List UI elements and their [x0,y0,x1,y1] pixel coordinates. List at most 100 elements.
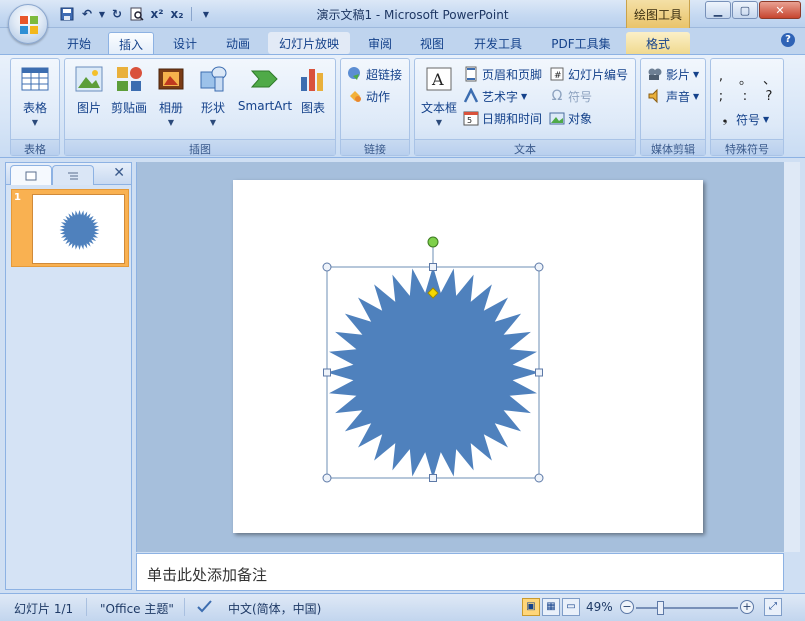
sound-label: 声音 [666,89,691,104]
status-bar: 幻灯片 1/1 "Office 主题" 中文(简体，中国) ▣ ▦ ▭ 49% … [0,593,805,621]
special-symbol-button[interactable]: ❟ 符号 ▼ [717,109,770,129]
hyperlink-icon [348,67,360,80]
chevron-down-icon: ▼ [693,69,700,79]
action-button[interactable]: 动作 [347,86,390,106]
movie-button[interactable]: 影片 ▼ [647,64,699,84]
tab-slideshow[interactable]: 幻灯片放映 [268,32,350,54]
tab-view[interactable]: 视图 [410,32,454,54]
tab-outline[interactable] [52,165,94,185]
group-special-label: 特殊符号 [711,139,783,156]
chart-button[interactable]: 图表 [295,63,331,116]
help-icon[interactable]: ? [781,33,795,47]
fit-to-window-button[interactable]: ⤢ [764,598,782,616]
minimize-button[interactable]: ▁ [705,1,731,19]
office-button[interactable] [8,4,48,44]
symbol-enum-comma[interactable]: 、 [763,69,776,88]
notes-pane[interactable]: 单击此处添加备注 [136,553,784,591]
symbol-button: Ω 符号 [549,86,592,106]
zoom-slider-track[interactable] [636,607,738,609]
symbol-colon[interactable]: : [739,89,751,104]
hyperlink-button[interactable]: 超链接 [347,64,402,84]
symbol-question[interactable]: ? [763,89,775,104]
resize-handle-bl[interactable] [322,473,332,483]
group-special-symbols: , 。 、 ; : ? ❟ 符号 ▼ 特殊符号 [710,58,784,156]
group-text-label: 文本 [415,139,635,156]
shapes-button[interactable]: 形状 ▼ [195,63,231,127]
tab-slides[interactable] [10,165,52,185]
rotation-handle[interactable] [427,236,439,248]
resize-handle-left[interactable] [323,368,331,377]
object-label: 对象 [568,111,593,126]
ribbon-tabs: 开始 插入 设计 动画 幻灯片放映 审阅 视图 开发工具 PDF工具集 格式 [0,28,805,54]
chevron-down-icon: ▼ [693,91,700,101]
normal-view-button[interactable]: ▣ [522,598,540,616]
datetime-button[interactable]: 5 日期和时间 [463,108,542,128]
zoom-out-button[interactable]: − [620,600,634,614]
spell-check-icon[interactable] [196,598,214,617]
slide-thumbnail[interactable]: 1 [11,189,129,267]
vertical-scrollbar[interactable] [784,162,800,552]
header-footer-button[interactable]: 页眉和页脚 [463,64,542,84]
tab-pdf-tools[interactable]: PDF工具集 [542,32,620,54]
group-text: A 文本框 ▼ 页眉和页脚 艺术字 ▼ 5 日期和时间 # 幻灯片编号 Ω 符号 [414,58,636,156]
zoom-in-button[interactable]: + [740,600,754,614]
slide-shape-layer [322,236,544,483]
tab-home[interactable]: 开始 [58,32,100,54]
zoom-level[interactable]: 49% [586,600,613,614]
tab-animation[interactable]: 动画 [216,32,260,54]
symbol-semicolon[interactable]: ; [715,89,727,104]
group-links-label: 链接 [341,139,409,156]
group-links: 超链接 动作 链接 [340,58,410,156]
slides-tab-icon [25,171,37,180]
tab-developer[interactable]: 开发工具 [462,32,534,54]
table-icon [21,67,49,91]
tab-insert[interactable]: 插入 [108,32,154,54]
slideshow-view-button[interactable]: ▭ [562,598,580,616]
resize-handle-top[interactable] [429,263,437,271]
textbox-button[interactable]: A 文本框 ▼ [419,63,459,127]
slide-canvas[interactable] [233,180,703,533]
album-button[interactable]: 相册 ▼ [153,63,189,127]
header-footer-label: 页眉和页脚 [482,67,543,82]
slide-number-button[interactable]: # 幻灯片编号 [549,64,628,84]
object-icon [549,112,565,125]
picture-button[interactable]: 图片 [71,63,107,116]
slide-sorter-button[interactable]: ▦ [542,598,560,616]
svg-text:#: # [554,71,562,81]
symbol-comma[interactable]: , [715,69,727,84]
title-bar: ↶ ▼ ↻ x² x₂ ▼ 演示文稿1 - Microsoft PowerPoi… [0,0,805,28]
picture-button-label: 图片 [76,101,101,115]
thumbnail-star-shape [59,210,100,250]
resize-handle-right[interactable] [535,368,543,377]
sound-button[interactable]: 声音 ▼ [647,86,699,106]
table-button[interactable]: 表格 ▼ [15,63,55,127]
window-controls: ▁ ▢ ✕ [705,1,801,19]
group-media: 影片 ▼ 声音 ▼ 媒体剪辑 [640,58,706,156]
close-pane-icon[interactable]: ✕ [113,165,125,181]
resize-handle-tr[interactable] [534,262,544,272]
slides-pane: ✕ 1 [5,162,132,590]
tab-design[interactable]: 设计 [164,32,206,54]
language-status[interactable]: 中文(简体，中国) [228,600,321,617]
wordart-button[interactable]: 艺术字 ▼ [463,86,527,106]
album-button-label: 相册 [158,101,183,115]
group-table-label: 表格 [11,139,59,156]
smartart-button[interactable]: SmartArt [237,63,293,113]
maximize-button[interactable]: ▢ [732,1,758,19]
group-illustrations: 图片 剪贴画 相册 ▼ 形状 ▼ SmartArt 图表 插图 [64,58,336,156]
resize-handle-bottom[interactable] [429,474,437,482]
close-button[interactable]: ✕ [759,1,801,19]
svg-text:5: 5 [467,116,472,125]
resize-handle-br[interactable] [534,473,544,483]
zoom-slider-thumb[interactable] [657,601,664,615]
clipart-button[interactable]: 剪贴画 [109,63,149,116]
tab-format[interactable]: 格式 [626,32,690,54]
tab-review[interactable]: 审阅 [358,32,402,54]
shapes-icon [200,66,227,92]
omega-icon: Ω [551,88,563,104]
symbol-period[interactable]: 。 [739,69,752,88]
resize-handle-tl[interactable] [322,262,332,272]
group-media-label: 媒体剪辑 [641,139,705,156]
object-button[interactable]: 对象 [549,108,592,128]
calendar-icon: 5 [463,111,479,126]
